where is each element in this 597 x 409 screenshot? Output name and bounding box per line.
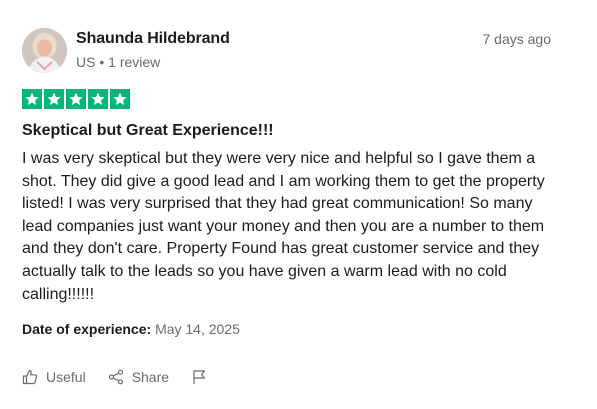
- star-icon: [22, 89, 42, 109]
- review-body: I was very skeptical but they were very …: [22, 150, 545, 303]
- share-icon: [108, 369, 124, 385]
- review-date: 7 days ago: [482, 31, 552, 47]
- share-button[interactable]: Share: [108, 369, 169, 385]
- share-label: Share: [131, 369, 170, 385]
- star-icon: [88, 89, 108, 109]
- reviewer-review-count: 1 review: [108, 54, 161, 70]
- star-icon: [110, 89, 130, 109]
- meta-separator: •: [99, 54, 105, 70]
- star-icon: [44, 89, 64, 109]
- star-rating: [22, 89, 130, 109]
- review-card: Shaunda Hildebrand US • 1 review 7 days …: [0, 0, 597, 409]
- avatar[interactable]: [22, 28, 67, 73]
- flag-icon: [191, 369, 207, 385]
- experience-date: May 14, 2025: [155, 321, 240, 337]
- review-actions: Useful Share: [22, 369, 207, 385]
- star-icon: [66, 89, 86, 109]
- reviewer-name[interactable]: Shaunda Hildebrand: [76, 30, 230, 48]
- review-title[interactable]: Skeptical but Great Experience!!!: [22, 122, 274, 140]
- experience-label: Date of experience:: [22, 321, 152, 337]
- date-of-experience: Date of experience: May 14, 2025: [22, 321, 240, 337]
- report-button[interactable]: [191, 369, 207, 385]
- avatar-image: [22, 28, 67, 73]
- useful-label: Useful: [46, 369, 86, 385]
- reviewer-meta: US • 1 review: [76, 54, 160, 70]
- reviewer-country: US: [76, 54, 96, 70]
- thumbs-up-icon: [22, 369, 38, 385]
- useful-button[interactable]: Useful: [22, 369, 86, 385]
